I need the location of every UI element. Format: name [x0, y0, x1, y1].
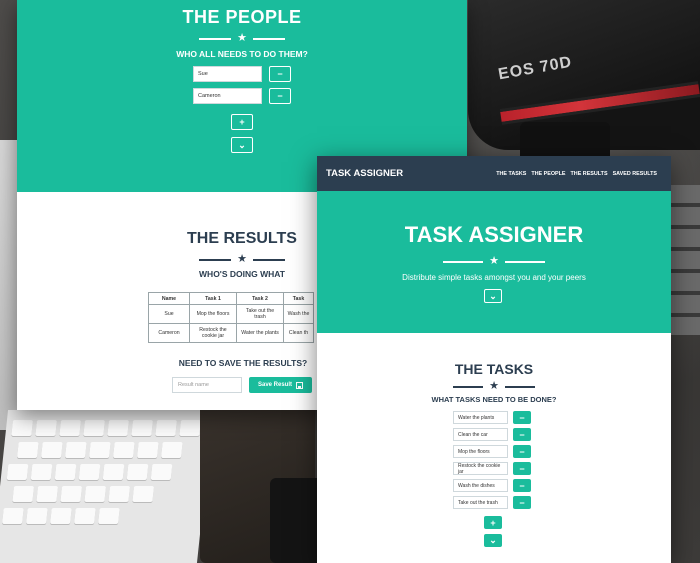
hero-section: TASK ASSIGNER ★ Distribute simple tasks … — [317, 191, 671, 333]
minus-icon: − — [519, 463, 525, 474]
task-input[interactable]: Water the plants — [453, 411, 508, 424]
table-cell: Wash the — [283, 304, 314, 324]
remove-task-button[interactable]: − — [513, 445, 531, 458]
next-section-button[interactable]: ⌄ — [231, 137, 253, 153]
remove-task-button[interactable]: − — [513, 496, 531, 509]
table-cell: Clean th — [283, 323, 314, 343]
nav-link-saved-results[interactable]: SAVED RESULTS — [613, 171, 657, 177]
navbar: TASK ASSIGNER THE TASKS THE PEOPLE THE R… — [317, 156, 671, 191]
table-cell: Take out the trash — [236, 304, 284, 324]
task-row: Clean the car − — [453, 428, 531, 441]
task-row: Mop the floors − — [453, 445, 531, 458]
tasks-divider: ★ — [317, 381, 671, 392]
nav-link-tasks[interactable]: THE TASKS — [496, 171, 526, 177]
person-row: Sue − — [193, 66, 291, 82]
nav-link-results[interactable]: THE RESULTS — [571, 171, 608, 177]
keypad-photo — [668, 185, 700, 335]
remove-task-button[interactable]: − — [513, 428, 531, 441]
star-icon: ★ — [489, 380, 499, 392]
minus-icon: − — [519, 497, 525, 508]
floppy-disk-icon — [296, 381, 304, 389]
task-input[interactable]: Mop the floors — [453, 445, 508, 458]
hero-title: TASK ASSIGNER — [404, 222, 584, 247]
keyboard-photo — [0, 410, 214, 563]
table-cell: Mop the floors — [189, 304, 237, 324]
table-header: Task 2 — [236, 292, 284, 305]
table-header: Task — [283, 292, 314, 305]
nav-links: THE TASKS THE PEOPLE THE RESULTS SAVED R… — [496, 171, 657, 177]
table-header: Task 1 — [189, 292, 237, 305]
remove-person-button[interactable]: − — [269, 66, 291, 82]
star-icon: ★ — [237, 32, 247, 44]
hero-divider: ★ — [317, 256, 671, 267]
remove-task-button[interactable]: − — [513, 462, 531, 475]
people-divider: ★ — [17, 33, 467, 44]
tasks-title: THE TASKS — [454, 361, 534, 377]
chevron-down-icon: ⌄ — [238, 139, 246, 150]
task-input[interactable]: Take out the trash — [453, 496, 508, 509]
task-input[interactable]: Clean the car — [453, 428, 508, 441]
task-input[interactable]: Wash the dishes — [453, 479, 508, 492]
table-row: Sue Mop the floors Take out the trash Wa… — [148, 304, 314, 324]
task-row: Take out the trash − — [453, 496, 531, 509]
person-name-input[interactable]: Sue — [193, 66, 262, 82]
tasks-subtitle: WHAT TASKS NEED TO BE DONE? — [431, 395, 557, 404]
result-name-input[interactable]: Result name — [172, 377, 242, 393]
chevron-down-icon: ⌄ — [489, 290, 497, 301]
chevron-down-icon: ⌄ — [489, 535, 497, 545]
table-row: Cameron Restock the cookie jar Water the… — [148, 323, 314, 343]
person-name-input[interactable]: Cameron — [193, 88, 262, 104]
save-result-label: Save Result — [257, 382, 293, 388]
save-results-question: NEED TO SAVE THE RESULTS? — [178, 358, 308, 368]
task-row: Wash the dishes − — [453, 479, 531, 492]
star-icon: ★ — [237, 253, 247, 265]
next-section-button[interactable]: ⌄ — [484, 289, 502, 303]
results-table: Name Task 1 Task 2 Task Sue Mop the floo… — [148, 292, 314, 343]
table-cell: Cameron — [148, 323, 190, 343]
add-person-button[interactable]: + — [231, 114, 253, 130]
remove-person-button[interactable]: − — [269, 88, 291, 104]
plus-icon: + — [239, 116, 245, 127]
results-subtitle: WHO'S DOING WHAT — [199, 269, 285, 279]
task-input[interactable]: Restock the cookie jar — [453, 462, 508, 475]
task-row: Restock the cookie jar − — [453, 462, 531, 475]
plus-icon: + — [490, 517, 496, 528]
nav-link-people[interactable]: THE PEOPLE — [531, 171, 565, 177]
task-assigner-window: TASK ASSIGNER THE TASKS THE PEOPLE THE R… — [317, 156, 671, 563]
people-title: THE PEOPLE — [182, 7, 302, 27]
table-header: Name — [148, 292, 190, 305]
task-row: Water the plants − — [453, 411, 531, 424]
people-subtitle: WHO ALL NEEDS TO DO THEM? — [176, 49, 308, 59]
tasks-section: THE TASKS ★ WHAT TASKS NEED TO BE DONE? … — [317, 333, 671, 563]
star-icon: ★ — [489, 255, 499, 267]
minus-icon: − — [277, 90, 283, 101]
brand-logo[interactable]: TASK ASSIGNER — [326, 168, 403, 179]
hero-subtitle: Distribute simple tasks amongst you and … — [402, 273, 586, 282]
table-cell: Sue — [148, 304, 190, 324]
minus-icon: − — [277, 68, 283, 79]
results-title: THE RESULTS — [187, 230, 297, 247]
minus-icon: − — [519, 412, 525, 423]
remove-task-button[interactable]: − — [513, 411, 531, 424]
table-cell: Restock the cookie jar — [189, 323, 237, 343]
minus-icon: − — [519, 429, 525, 440]
minus-icon: − — [519, 480, 525, 491]
next-section-button[interactable]: ⌄ — [484, 534, 502, 547]
results-divider: ★ — [192, 254, 292, 265]
person-row: Cameron − — [193, 88, 291, 104]
table-header-row: Name Task 1 Task 2 Task — [148, 292, 314, 305]
table-cell: Water the plants — [236, 323, 284, 343]
add-task-button[interactable]: + — [484, 516, 502, 529]
save-result-button[interactable]: Save Result — [249, 377, 312, 393]
remove-task-button[interactable]: − — [513, 479, 531, 492]
minus-icon: − — [519, 446, 525, 457]
